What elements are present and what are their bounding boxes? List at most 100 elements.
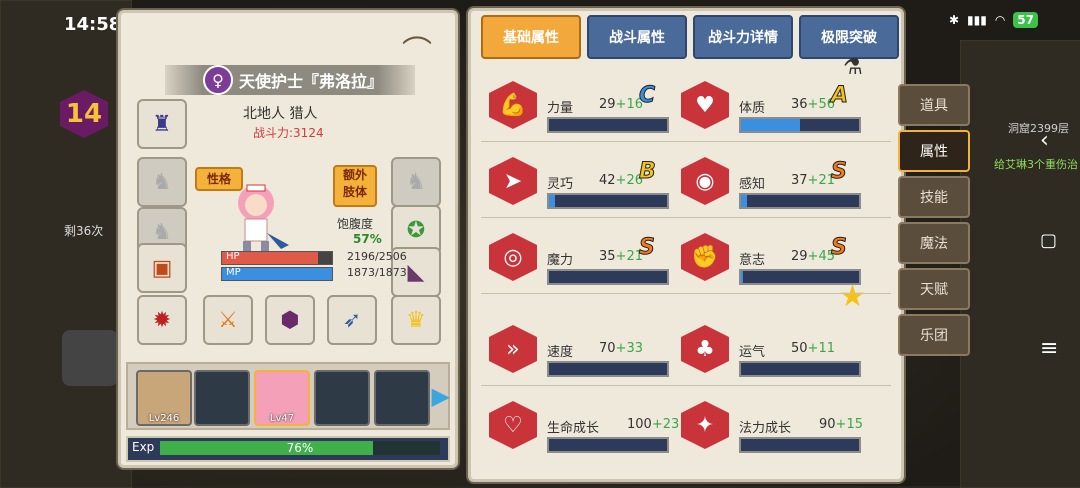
flame-sword-icon: ⚔: [218, 307, 238, 333]
status-time: 14:58: [64, 14, 122, 35]
stat-base-value: 70: [599, 341, 616, 356]
side-tab-item[interactable]: 魔法: [898, 222, 970, 264]
side-tab-item[interactable]: 属性: [898, 130, 970, 172]
equip-slot-armor[interactable]: ▣: [137, 243, 187, 293]
exp-percent: 76%: [286, 441, 314, 455]
stat-item[interactable]: 💪 力量 29+16 C: [481, 71, 671, 141]
stat-item[interactable]: ✦ 法力成长 90+15: [673, 391, 863, 461]
stat-name: 力量: [547, 101, 574, 116]
stat-value: 100+23: [627, 417, 679, 432]
equip-slot-shield[interactable]: ⬢: [265, 295, 315, 345]
stat-bonus-value: +15: [835, 417, 863, 432]
party-member[interactable]: Lv246: [136, 370, 192, 426]
life-growth-icon: ♡: [489, 401, 537, 449]
stat-item[interactable]: ♡ 生命成长 100+23: [481, 391, 679, 461]
hp-bar: HP: [221, 251, 333, 265]
stat-grade: A: [830, 83, 849, 109]
stat-progress-bar: [547, 269, 669, 285]
stat-value: 70+33: [599, 341, 643, 356]
magic-icon: ◎: [489, 233, 537, 281]
stat-base-value: 35: [599, 249, 616, 264]
stat-item[interactable]: ◎ 魔力 35+21 S: [481, 223, 671, 293]
wardrobe-hanger-icon[interactable]: ⌒: [389, 27, 445, 70]
hp-value: 2196/2506: [347, 250, 407, 263]
stat-progress-bar: [547, 361, 669, 377]
side-tab-item[interactable]: 乐团: [898, 314, 970, 356]
female-gender-icon: ♀: [203, 65, 233, 95]
mp-bar: MP: [221, 267, 333, 281]
stat-name: 运气: [739, 345, 766, 360]
party-member-level: Lv246: [148, 413, 180, 424]
divider: [481, 293, 891, 294]
stat-bonus-value: +33: [615, 341, 643, 356]
fish-weapon-icon: ➶: [342, 307, 362, 333]
stat-progress-fill: [741, 271, 744, 283]
tab-basic-attributes[interactable]: 基础属性: [481, 15, 581, 59]
name-banner: ♀ 天使护士『弗洛拉』: [165, 65, 415, 95]
hunger-value: 57%: [353, 232, 382, 246]
divider: [481, 217, 891, 218]
wifi-icon: ◠: [994, 13, 1006, 27]
equip-slot-accessory[interactable]: ✹: [137, 295, 187, 345]
back-chevron-icon[interactable]: ‹: [1040, 128, 1049, 153]
menu-icon[interactable]: ≡: [1040, 336, 1058, 361]
stat-base-value: 100: [627, 417, 652, 432]
tab-limit-break[interactable]: 极限突破: [799, 15, 899, 59]
stat-name: 速度: [547, 345, 574, 360]
status-bar-icons: ✱ ▮▮▮ ◠ 57: [949, 12, 1038, 28]
stat-grade: S: [831, 235, 848, 261]
party-next-arrow-icon[interactable]: ▶: [432, 382, 450, 410]
stat-base-value: 29: [791, 249, 808, 264]
divider: [481, 141, 891, 142]
world-left-area: [0, 0, 132, 488]
stat-base-value: 42: [599, 173, 616, 188]
stat-value: 29+16: [599, 97, 643, 112]
mp-label: MP: [226, 267, 241, 278]
extra-limb-tag[interactable]: 额外 肢体: [333, 165, 377, 207]
stat-item[interactable]: ◉ 感知 37+21 S: [673, 147, 863, 217]
equip-slot-helmet[interactable]: ♜: [137, 99, 187, 149]
equip-slot-weapon[interactable]: ⚔: [203, 295, 253, 345]
stat-grade: S: [831, 159, 848, 185]
party-slot-empty[interactable]: [374, 370, 430, 426]
move-button[interactable]: [62, 330, 118, 386]
stat-progress-bar: [547, 193, 669, 209]
party-slot-empty[interactable]: [194, 370, 250, 426]
side-tab-item[interactable]: 天赋: [898, 268, 970, 310]
stat-item[interactable]: ✊ 意志 29+45 S: [673, 223, 863, 293]
side-tab-item[interactable]: 技能: [898, 176, 970, 218]
equip-slot-offhand[interactable]: ➶: [327, 295, 377, 345]
stat-progress-fill: [741, 195, 747, 207]
equip-slot-amulet[interactable]: ♛: [391, 295, 441, 345]
stat-value: 90+15: [819, 417, 863, 432]
stat-item[interactable]: ♣ 运气 50+11: [673, 315, 863, 385]
home-square-icon[interactable]: ▢: [1040, 230, 1057, 251]
stat-item[interactable]: ➤ 灵巧 42+26 B: [481, 147, 671, 217]
side-tab-item[interactable]: 道具: [898, 84, 970, 126]
hp-label: HP: [226, 251, 240, 262]
party-slot-empty[interactable]: [314, 370, 370, 426]
stat-base-value: 37: [791, 173, 808, 188]
stat-progress-bar: [739, 269, 861, 285]
exp-label: Exp: [132, 440, 155, 454]
floor-label: 洞窟2399层: [1008, 122, 1069, 135]
world-right-area: [960, 40, 1080, 488]
signal-icon: ▮▮▮: [967, 13, 987, 27]
strength-icon: 💪: [489, 81, 537, 129]
luck-icon: ♣: [681, 325, 729, 373]
tab-combat-attributes[interactable]: 战斗属性: [587, 15, 687, 59]
equip-slot-empty[interactable]: ♞: [391, 157, 441, 207]
stat-grade: B: [639, 159, 657, 185]
party-member-selected[interactable]: Lv47: [254, 370, 310, 426]
red-demon-icon: ✹: [152, 307, 172, 333]
stat-item[interactable]: » 速度 70+33: [481, 315, 671, 385]
perception-icon: ◉: [681, 157, 729, 205]
tab-power-details[interactable]: 战斗力详情: [693, 15, 793, 59]
exp-bar: Exp 76%: [126, 436, 450, 462]
stat-item[interactable]: ♥ 体质 36+56 A: [673, 71, 863, 141]
stat-bonus-value: +11: [807, 341, 835, 356]
equip-slot-empty[interactable]: ♞: [137, 157, 187, 207]
character-power: 战斗力:3124: [253, 126, 324, 140]
stat-value: 36+56: [791, 97, 835, 112]
stat-progress-bar: [547, 437, 669, 453]
